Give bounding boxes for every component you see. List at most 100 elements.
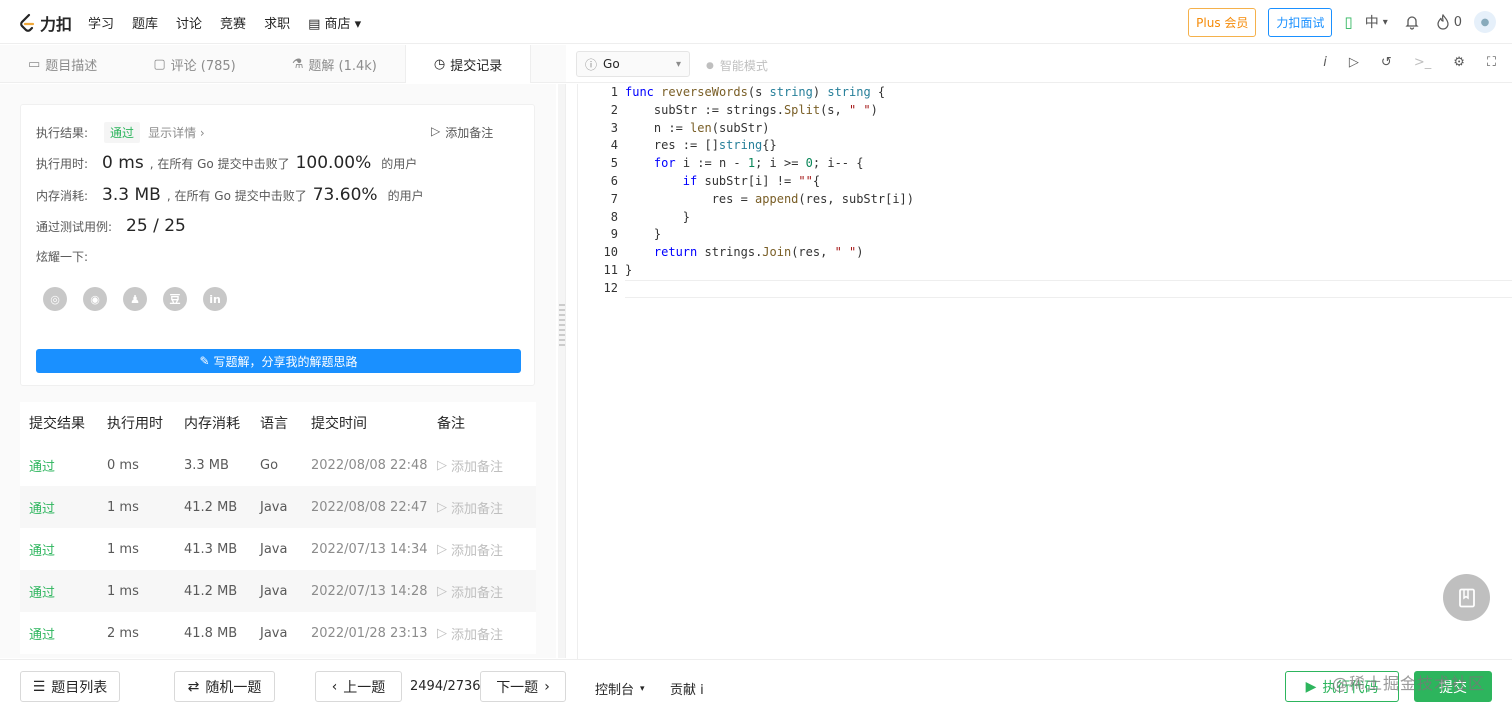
runtime-percent: 100.00% — [295, 153, 372, 173]
editor-toolbar: ⓘ Go ▾ ● 智能模式 i ▷ ↺ >_ ⚙ ⛶ — [566, 45, 1512, 83]
add-note-button[interactable]: ▷ 添加备注 — [428, 498, 536, 517]
leetcode-logo[interactable]: 力扣 — [18, 11, 72, 35]
contribute-link[interactable]: 贡献 i — [670, 679, 704, 698]
col-memory: 内存消耗 — [184, 416, 240, 432]
tab-solutions[interactable]: ⚗ 题解 (1.4k) — [264, 45, 405, 83]
add-note-label: 添加备注 — [445, 126, 494, 140]
top-nav: 力扣 学习 题库 讨论 竞赛 求职 ▤ 商店 ▾ Plus 会员 力扣面试 ▯ … — [0, 0, 1512, 44]
problem-list-label: 题目列表 — [51, 679, 108, 696]
col-status: 提交结果 — [29, 416, 85, 432]
add-note-label: 添加备注 — [451, 543, 504, 559]
table-row: 通过 1 ms 41.2 MB Java 2022/07/13 14:28 ▷ 添… — [20, 570, 536, 612]
info-italic-icon[interactable]: i — [1323, 55, 1327, 70]
linkedin-icon[interactable]: in — [203, 287, 227, 311]
chevron-down-icon: ▾ — [640, 683, 645, 694]
status-link[interactable]: 通过 — [20, 456, 98, 475]
notes-button[interactable] — [1443, 574, 1490, 621]
table-row: 通过 0 ms 3.3 MB Go 2022/08/08 22:48 ▷ 添加备注 — [20, 444, 536, 486]
submission-pane: 执行结果: 通过 显示详情 › ▷ 添加备注 执行用时: 0 ms , 在所有 G… — [0, 84, 556, 658]
flag-icon[interactable]: ▷ — [1349, 55, 1359, 70]
tab-comments[interactable]: ▢ 评论 (785) — [125, 45, 263, 83]
table-row: 通过 1 ms 41.2 MB Java 2022/08/08 22:47 ▷ 添… — [20, 486, 536, 528]
random-problem-label: 随机一题 — [205, 679, 262, 696]
flag-icon: ▷ — [437, 499, 447, 515]
add-note-button[interactable]: ▷ 添加备注 — [431, 124, 493, 141]
leetcode-logo-icon — [20, 13, 35, 32]
flag-icon: ▷ — [431, 124, 441, 138]
weibo-icon[interactable]: ◉ — [83, 287, 107, 311]
fullscreen-icon[interactable]: ⛶ — [1487, 55, 1496, 70]
date-cell: 2022/07/13 14:28 — [311, 583, 428, 599]
chevron-down-icon: ▾ — [675, 58, 681, 70]
wechat-icon[interactable]: ◎ — [43, 287, 67, 311]
nav-link-problems[interactable]: 题库 — [132, 13, 158, 32]
date-cell: 2022/01/28 23:13 — [311, 625, 428, 641]
add-note-button[interactable]: ▷ 添加备注 — [428, 456, 536, 475]
reset-icon[interactable]: ↺ — [1381, 55, 1392, 70]
code-line — [625, 279, 1512, 298]
share-label: 炫耀一下: — [36, 250, 89, 264]
write-solution-button[interactable]: ✎ 写题解，分享我的解题思路 — [36, 349, 521, 373]
result-label: 执行结果: — [36, 126, 89, 140]
avatar[interactable]: ● — [1474, 11, 1496, 33]
bottom-bar: ☰ 题目列表 ⇄ 随机一题 ‹ 上一题 2494/2736 下一题 › 控制台 ▾ 贡献 … — [0, 659, 1512, 710]
status-link[interactable]: 通过 — [20, 582, 98, 601]
status-link[interactable]: 通过 — [20, 498, 98, 517]
code-line: } — [625, 209, 691, 224]
flag-icon: ▷ — [437, 457, 447, 473]
qq-icon[interactable]: ♟ — [123, 287, 147, 311]
flag-icon: ▷ — [437, 625, 447, 641]
language-switch[interactable]: 中 ▾ — [1365, 12, 1388, 32]
logo-text: 力扣 — [40, 15, 73, 34]
pane-resizer[interactable] — [558, 84, 566, 658]
code-lines[interactable]: func reverseWords(s string) string { sub… — [625, 84, 1512, 298]
tab-description[interactable]: ▭ 题目描述 — [0, 45, 125, 83]
terminal-icon[interactable]: >_ — [1414, 55, 1431, 70]
status-link[interactable]: 通过 — [20, 540, 98, 559]
page-indicator: 2494/2736 — [410, 679, 481, 694]
col-language: 语言 — [260, 416, 288, 432]
runtime-cell: 2 ms — [107, 625, 139, 641]
shop-icon: ▤ — [308, 16, 321, 32]
code-line: for i := n - 1; i >= 0; i-- { — [653, 156, 864, 171]
clock-icon: ◷ — [433, 56, 446, 72]
code-editor[interactable]: 1 2 3 4 5 6 7 8 9 10 11 12 func reverseW… — [577, 84, 1512, 659]
tab-submissions[interactable]: ◷ 提交记录 — [404, 45, 532, 83]
douban-icon[interactable]: 豆 — [163, 287, 187, 311]
mobile-icon[interactable]: ▯ — [1344, 13, 1352, 31]
language-value: Go — [603, 57, 620, 71]
fire-icon — [1437, 14, 1449, 30]
console-toggle[interactable]: 控制台 ▾ — [595, 679, 645, 698]
interview-button[interactable]: 力扣面试 — [1268, 7, 1333, 37]
problem-list-button[interactable]: ☰ 题目列表 — [20, 671, 120, 702]
fire-counter[interactable]: 0 — [1436, 14, 1462, 30]
table-body: 通过 0 ms 3.3 MB Go 2022/08/08 22:48 ▷ 添加备注… — [20, 444, 536, 654]
nav-link-learn[interactable]: 学习 — [88, 13, 114, 32]
show-details-link[interactable]: 显示详情 › — [148, 124, 205, 141]
add-note-button[interactable]: ▷ 添加备注 — [428, 582, 536, 601]
memory-cell: 41.2 MB — [184, 499, 238, 515]
settings-icon[interactable]: ⚙ — [1453, 55, 1465, 70]
code-line: if subStr[i] != ""{ — [682, 173, 821, 188]
runtime-desc: , 在所有 Go 提交中击败了 — [149, 156, 290, 171]
line-number: 2 — [610, 102, 618, 117]
nav-link-contest[interactable]: 竞赛 — [220, 13, 246, 32]
smart-mode-toggle[interactable]: ● 智能模式 — [706, 57, 768, 74]
next-problem-button[interactable]: 下一题 › — [480, 671, 566, 702]
plus-member-button[interactable]: Plus 会员 — [1188, 7, 1257, 37]
random-problem-button[interactable]: ⇄ 随机一题 — [174, 671, 275, 702]
line-number: 1 — [610, 85, 618, 99]
nav-link-shop[interactable]: ▤ 商店 ▾ — [308, 13, 361, 32]
add-note-label: 添加备注 — [451, 459, 504, 475]
nav-link-discuss[interactable]: 讨论 — [176, 13, 202, 32]
status-link[interactable]: 通过 — [20, 624, 98, 643]
add-note-label: 添加备注 — [451, 501, 504, 517]
language-select[interactable]: ⓘ Go ▾ — [576, 51, 690, 77]
bell-icon[interactable] — [1400, 14, 1424, 30]
info-icon: ⓘ — [585, 57, 598, 72]
add-note-button[interactable]: ▷ 添加备注 — [428, 540, 536, 559]
add-note-button[interactable]: ▷ 添加备注 — [428, 624, 536, 643]
runtime-cell: 0 ms — [107, 457, 139, 473]
prev-problem-button[interactable]: ‹ 上一题 — [315, 671, 402, 702]
nav-link-jobs[interactable]: 求职 — [264, 13, 290, 32]
